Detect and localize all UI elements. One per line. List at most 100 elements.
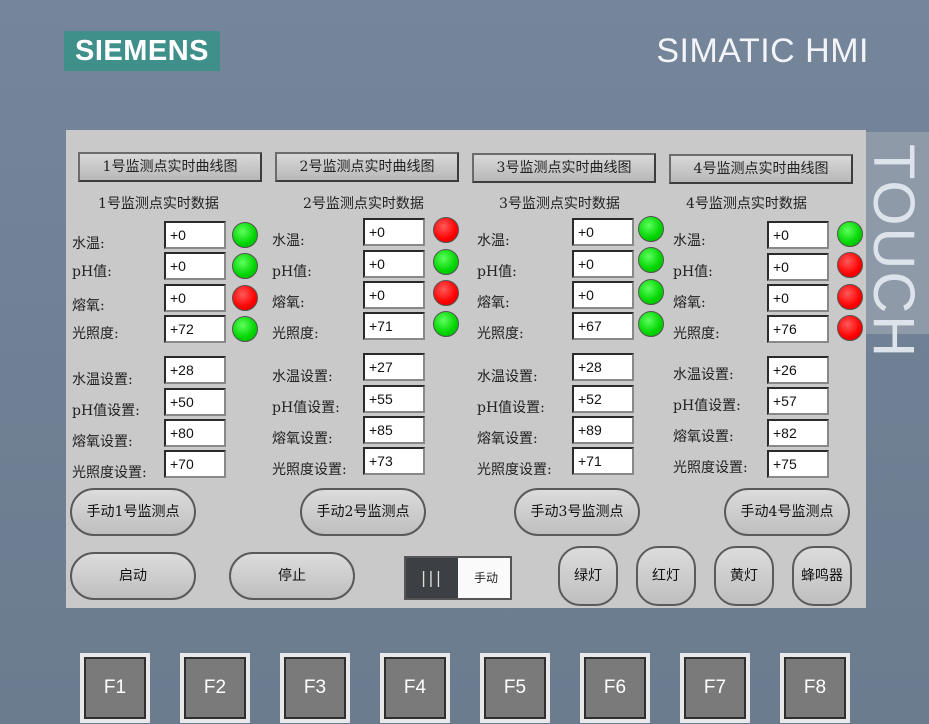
p3-water-temp-label: 水温: (477, 233, 510, 249)
manual-point1-button[interactable]: 手动1号监测点 (70, 488, 196, 536)
p3-light-lamp (638, 311, 664, 337)
curve-button-3[interactable]: 3号监测点实时曲线图 (472, 153, 656, 183)
f7-key[interactable]: F7 (680, 653, 750, 723)
manual-point4-button[interactable]: 手动4号监测点 (724, 488, 850, 536)
p1-water-temp-set[interactable]: +28 (164, 356, 226, 384)
f4-key[interactable]: F4 (380, 653, 450, 723)
f1-key-label: F1 (84, 657, 146, 719)
p1-oxygen-set-label: 熔氧设置: (72, 434, 133, 450)
p4-oxygen-value: +0 (767, 284, 829, 312)
p2-water-temp-set[interactable]: +27 (363, 353, 425, 381)
p2-light-set-label: 光照度设置: (272, 462, 347, 478)
p4-oxygen-label: 熔氧: (673, 295, 706, 311)
p4-oxygen-set[interactable]: +82 (767, 419, 829, 447)
p2-water-temp-lamp (433, 217, 459, 243)
f1-key[interactable]: F1 (80, 653, 150, 723)
p3-ph-set[interactable]: +52 (572, 385, 634, 413)
p2-light-value: +71 (363, 312, 425, 340)
point4-title: 4号监测点实时数据 (686, 196, 807, 212)
mode-switch-knob[interactable]: ||| (406, 558, 458, 598)
p4-light-value: +76 (767, 315, 829, 343)
p2-light-lamp (433, 311, 459, 337)
f6-key[interactable]: F6 (580, 653, 650, 723)
green-light-button[interactable]: 绿灯 (558, 546, 618, 606)
p2-oxygen-lamp (433, 280, 459, 306)
p4-oxygen-lamp (837, 284, 863, 310)
manual-point2-button[interactable]: 手动2号监测点 (300, 488, 426, 536)
p4-light-lamp (837, 315, 863, 341)
p2-water-temp-value: +0 (363, 218, 425, 246)
p2-oxygen-set[interactable]: +85 (363, 416, 425, 444)
stop-button[interactable]: 停止 (229, 552, 355, 600)
f2-key[interactable]: F2 (180, 653, 250, 723)
p4-light-set-label: 光照度设置: (673, 460, 748, 476)
siemens-logo: SIEMENS (64, 31, 220, 71)
p3-ph-value: +0 (572, 250, 634, 278)
curve-button-4[interactable]: 4号监测点实时曲线图 (669, 154, 853, 184)
p2-ph-set[interactable]: +55 (363, 385, 425, 413)
p3-water-temp-value: +0 (572, 218, 634, 246)
p4-oxygen-set-label: 熔氧设置: (673, 429, 734, 445)
p1-oxygen-set[interactable]: +80 (164, 419, 226, 447)
curve-button-2[interactable]: 2号监测点实时曲线图 (275, 152, 459, 182)
curve-button-1[interactable]: 1号监测点实时曲线图 (78, 152, 262, 182)
p2-oxygen-label: 熔氧: (272, 295, 305, 311)
p4-light-set[interactable]: +75 (767, 450, 829, 478)
p4-ph-set-label: pH值设置: (673, 398, 741, 414)
p3-oxygen-lamp (638, 279, 664, 305)
p3-light-set[interactable]: +71 (572, 447, 634, 475)
p3-ph-label: pH值: (477, 264, 517, 280)
p4-ph-lamp (837, 252, 863, 278)
p3-water-temp-set[interactable]: +28 (572, 353, 634, 381)
buzzer-button[interactable]: 蜂鸣器 (792, 546, 852, 606)
p4-water-temp-label: 水温: (673, 233, 706, 249)
p1-light-set[interactable]: +70 (164, 450, 226, 478)
p1-oxygen-value: +0 (164, 284, 226, 312)
p2-ph-value: +0 (363, 250, 425, 278)
touch-label-text: TOUCH (861, 144, 926, 360)
p3-water-temp-set-label: 水温设置: (477, 369, 538, 385)
p3-oxygen-value: +0 (572, 281, 634, 309)
p3-light-value: +67 (572, 312, 634, 340)
f5-key-label: F5 (484, 657, 546, 719)
f3-key[interactable]: F3 (280, 653, 350, 723)
p1-light-label: 光照度: (72, 326, 119, 342)
p4-ph-set[interactable]: +57 (767, 387, 829, 415)
f8-key[interactable]: F8 (780, 653, 850, 723)
p1-ph-lamp (232, 253, 258, 279)
point1-title: 1号监测点实时数据 (98, 196, 219, 212)
p1-ph-set[interactable]: +50 (164, 388, 226, 416)
touch-side-label: TOUCH (861, 132, 929, 359)
yellow-light-button[interactable]: 黄灯 (714, 546, 774, 606)
p3-light-set-label: 光照度设置: (477, 462, 552, 478)
f4-key-label: F4 (384, 657, 446, 719)
p1-water-temp-value: +0 (164, 221, 226, 249)
p2-water-temp-set-label: 水温设置: (272, 369, 333, 385)
f7-key-label: F7 (684, 657, 746, 719)
p1-oxygen-lamp (232, 285, 258, 311)
mode-switch[interactable]: ||| 手动 (404, 556, 512, 600)
p3-water-temp-lamp (638, 216, 664, 242)
p4-ph-value: +0 (767, 253, 829, 281)
p2-oxygen-value: +0 (363, 281, 425, 309)
p3-oxygen-set[interactable]: +89 (572, 416, 634, 444)
f8-key-label: F8 (784, 657, 846, 719)
p1-ph-label: pH值: (72, 264, 112, 280)
p4-light-label: 光照度: (673, 326, 720, 342)
manual-point3-button[interactable]: 手动3号监测点 (514, 488, 640, 536)
start-button[interactable]: 启动 (70, 552, 196, 600)
f3-key-label: F3 (284, 657, 346, 719)
point3-title: 3号监测点实时数据 (499, 196, 620, 212)
p4-water-temp-set[interactable]: +26 (767, 356, 829, 384)
p2-light-set[interactable]: +73 (363, 447, 425, 475)
p3-light-label: 光照度: (477, 326, 524, 342)
f5-key[interactable]: F5 (480, 653, 550, 723)
p2-light-label: 光照度: (272, 326, 319, 342)
p1-oxygen-label: 熔氧: (72, 298, 105, 314)
mode-switch-label: 手动 (473, 571, 498, 585)
p4-water-temp-lamp (837, 221, 863, 247)
p1-light-lamp (232, 316, 258, 342)
red-light-button[interactable]: 红灯 (636, 546, 696, 606)
p1-light-set-label: 光照度设置: (72, 465, 147, 481)
p3-oxygen-label: 熔氧: (477, 295, 510, 311)
